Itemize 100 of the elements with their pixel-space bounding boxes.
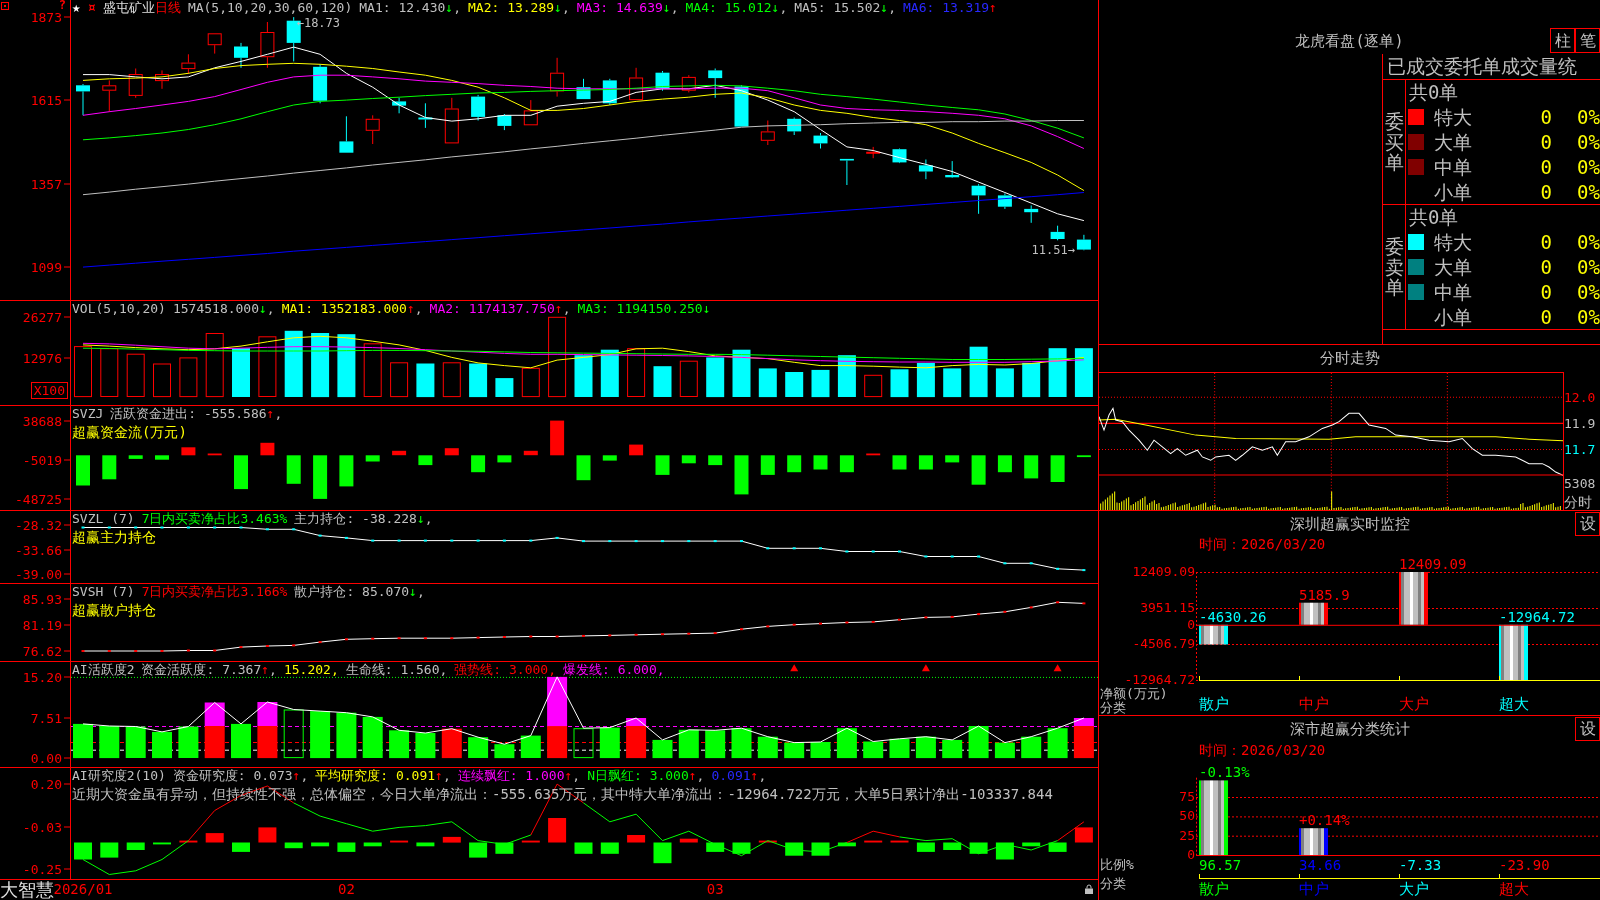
indicator-value: MA1: 12.430: [359, 0, 446, 15]
settings-button[interactable]: 设: [1575, 512, 1600, 536]
bar: [416, 363, 435, 398]
bar: [179, 840, 198, 843]
bar: [600, 842, 619, 854]
indicator-value: 1574518.000: [172, 301, 259, 316]
point-marker: [450, 637, 454, 640]
bar: [732, 842, 751, 854]
bar: [286, 455, 301, 484]
bar: [444, 448, 459, 456]
bar: [679, 360, 698, 397]
view-toggle-button[interactable]: 柱: [1550, 28, 1575, 53]
bar: [810, 742, 831, 758]
bar: [918, 455, 933, 470]
order-type: 中单: [1434, 155, 1472, 178]
bar: [153, 842, 171, 845]
axis-label: 38688: [22, 414, 70, 428]
candle: [444, 97, 459, 144]
bar: [1199, 624, 1228, 645]
point-marker: [1003, 610, 1007, 613]
order-type: 小单: [1434, 305, 1472, 328]
point-marker: [687, 632, 691, 635]
category-label: 超大: [1499, 696, 1529, 713]
order-count: 0: [1540, 155, 1552, 178]
axis-label: -48725: [15, 492, 70, 506]
point-marker: [213, 649, 217, 652]
view-toggle-button[interactable]: 笔: [1575, 28, 1600, 53]
indicator-caption: 超赢散户持仓: [72, 602, 156, 618]
indicator-value: 资金研究度: 0.073: [172, 768, 293, 783]
category-label: 中户: [1299, 881, 1329, 898]
help-button[interactable]: ?: [58, 0, 66, 10]
bar: [995, 842, 1014, 860]
data-label: 5185.9: [1299, 587, 1350, 603]
bar: [969, 842, 988, 854]
point-marker: [713, 540, 717, 543]
order-count: 0: [1540, 180, 1552, 203]
bar: [205, 333, 224, 398]
bar: [995, 368, 1014, 398]
axis-label: -33.66: [15, 543, 70, 556]
candle: [181, 53, 196, 75]
bar: [945, 455, 960, 463]
point-marker: [977, 613, 981, 616]
point-marker: [1003, 562, 1007, 565]
bar: [494, 744, 515, 759]
point-marker: [371, 637, 375, 640]
category-label: 大户: [1399, 696, 1429, 713]
bar: [679, 838, 698, 843]
bar: [232, 348, 250, 397]
indicator-value: MA4: 15.012: [685, 0, 772, 15]
bar: [864, 374, 883, 398]
table-title: 已成交委托单成交量统: [1387, 55, 1577, 77]
point-marker: [555, 635, 559, 638]
bar: [705, 730, 726, 759]
point-marker: [529, 635, 533, 638]
volume-scale-label: 5308: [1564, 476, 1596, 491]
point-marker: [134, 650, 138, 652]
square-icon: [1, 2, 9, 10]
indicator-caption: 超赢主力持仓: [72, 529, 156, 545]
order-percent: 0%: [1577, 255, 1600, 278]
price-annotation: ←18.73: [296, 16, 341, 31]
indicator-value: 散户持仓: 85.070: [294, 584, 410, 599]
bar: [600, 349, 619, 397]
candle: [708, 68, 723, 99]
point-marker: [186, 526, 190, 529]
bar: [839, 455, 854, 473]
trend-arrow: ↓,: [662, 0, 679, 15]
indicator-label: 7日内买卖净占比3.463%: [141, 511, 288, 526]
indicator-value: N日飘红: 3.000: [587, 768, 689, 783]
candle: [471, 94, 486, 121]
axis-title: 净额(万元): [1100, 687, 1168, 701]
bar: [708, 455, 723, 466]
point-marker: [344, 638, 348, 641]
order-percent: 0%: [1577, 180, 1600, 203]
bar: [337, 842, 356, 852]
bar: [1048, 348, 1067, 397]
axis-label: 50: [1179, 809, 1195, 824]
bar: [1299, 602, 1328, 625]
bar: [760, 455, 775, 475]
order-count: 0: [1540, 105, 1552, 128]
candle: [313, 63, 328, 104]
bar: [969, 346, 988, 398]
order-percent: 0%: [1577, 155, 1600, 178]
trend-arrow: ↑,: [688, 768, 705, 783]
order-count: 0: [1540, 130, 1552, 153]
category-label: 超大: [1499, 881, 1529, 898]
indicator-value: 连续飘红: 1.000: [457, 768, 565, 783]
axis-label: 81.19: [22, 618, 70, 632]
order-count: 0: [1540, 305, 1552, 328]
bar: [418, 455, 433, 466]
bar: [521, 840, 540, 843]
trend-arrow: ↓,: [771, 0, 788, 15]
data-label: -12964.72: [1499, 609, 1575, 625]
bar: [155, 455, 169, 460]
bar: [234, 455, 248, 490]
point-marker: [792, 623, 796, 626]
bar: [1021, 736, 1042, 759]
settings-button[interactable]: 设: [1575, 717, 1600, 741]
category-label: 大户: [1399, 881, 1429, 898]
point-marker: [186, 649, 190, 652]
chart-mode-label: 分时: [1564, 494, 1592, 510]
